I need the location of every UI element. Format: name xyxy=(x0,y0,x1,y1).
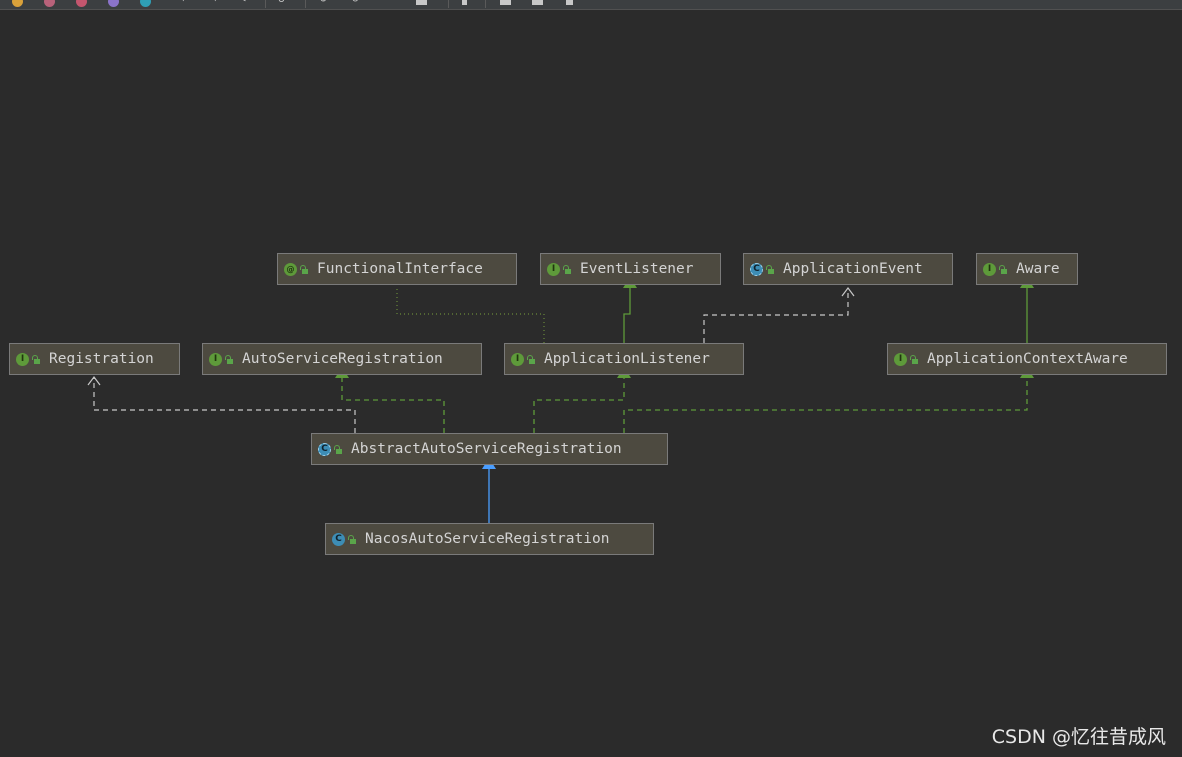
class-icon: C xyxy=(332,532,345,546)
node-label: FunctionalInterface xyxy=(317,261,483,277)
node-functional-interface[interactable]: @ FunctionalInterface xyxy=(277,253,517,285)
interface-icon: I xyxy=(16,352,29,366)
node-registration[interactable]: I Registration xyxy=(9,343,180,375)
interface-icon: I xyxy=(983,262,996,276)
edge-abstract-applistener xyxy=(533,367,631,433)
watermark: CSDN @忆往昔成风 xyxy=(991,726,1166,748)
annotation-icon: @ xyxy=(284,262,297,276)
edge-abstract-appcontextaware xyxy=(623,367,1034,433)
interface-icon: I xyxy=(511,352,524,366)
node-label: Aware xyxy=(1016,261,1060,277)
node-label: EventListener xyxy=(580,261,694,277)
public-lock-icon xyxy=(334,444,343,454)
public-lock-icon xyxy=(225,354,234,364)
public-lock-icon xyxy=(300,264,309,274)
node-event-listener[interactable]: I EventListener xyxy=(540,253,721,285)
node-aware[interactable]: I Aware xyxy=(976,253,1078,285)
edge-abstract-autoservicereg xyxy=(335,367,445,433)
interface-icon: I xyxy=(209,352,222,366)
node-auto-service-registration[interactable]: I AutoServiceRegistration xyxy=(202,343,482,375)
public-lock-icon xyxy=(348,534,357,544)
node-label: AbstractAutoServiceRegistration xyxy=(351,441,622,457)
node-abstract-auto-service-registration[interactable]: C AbstractAutoServiceRegistration xyxy=(311,433,668,465)
node-label: ApplicationContextAware xyxy=(927,351,1128,367)
public-lock-icon xyxy=(766,264,775,274)
node-application-event[interactable]: C ApplicationEvent xyxy=(743,253,953,285)
node-application-context-aware[interactable]: I ApplicationContextAware xyxy=(887,343,1167,375)
public-lock-icon xyxy=(527,354,536,364)
public-lock-icon xyxy=(910,354,919,364)
edge-abstract-registration xyxy=(87,376,356,433)
public-lock-icon xyxy=(999,264,1008,274)
public-lock-icon xyxy=(32,354,41,364)
node-application-listener[interactable]: I ApplicationListener xyxy=(504,343,744,375)
abstract-class-icon: C xyxy=(750,262,763,276)
node-nacos-auto-service-registration[interactable]: C NacosAutoServiceRegistration xyxy=(325,523,654,555)
node-label: ApplicationListener xyxy=(544,351,710,367)
edge-applistener-appevent xyxy=(703,287,855,343)
edge-applistener-functional xyxy=(396,287,545,343)
diagram-edges xyxy=(87,277,1034,523)
interface-icon: I xyxy=(547,262,560,276)
node-label: ApplicationEvent xyxy=(783,261,923,277)
node-label: Registration xyxy=(49,351,154,367)
interface-icon: I xyxy=(894,352,907,366)
node-label: NacosAutoServiceRegistration xyxy=(365,531,610,547)
edge-applistener-eventlistener xyxy=(623,277,637,343)
abstract-class-icon: C xyxy=(318,442,331,456)
public-lock-icon xyxy=(563,264,572,274)
node-label: AutoServiceRegistration xyxy=(242,351,443,367)
